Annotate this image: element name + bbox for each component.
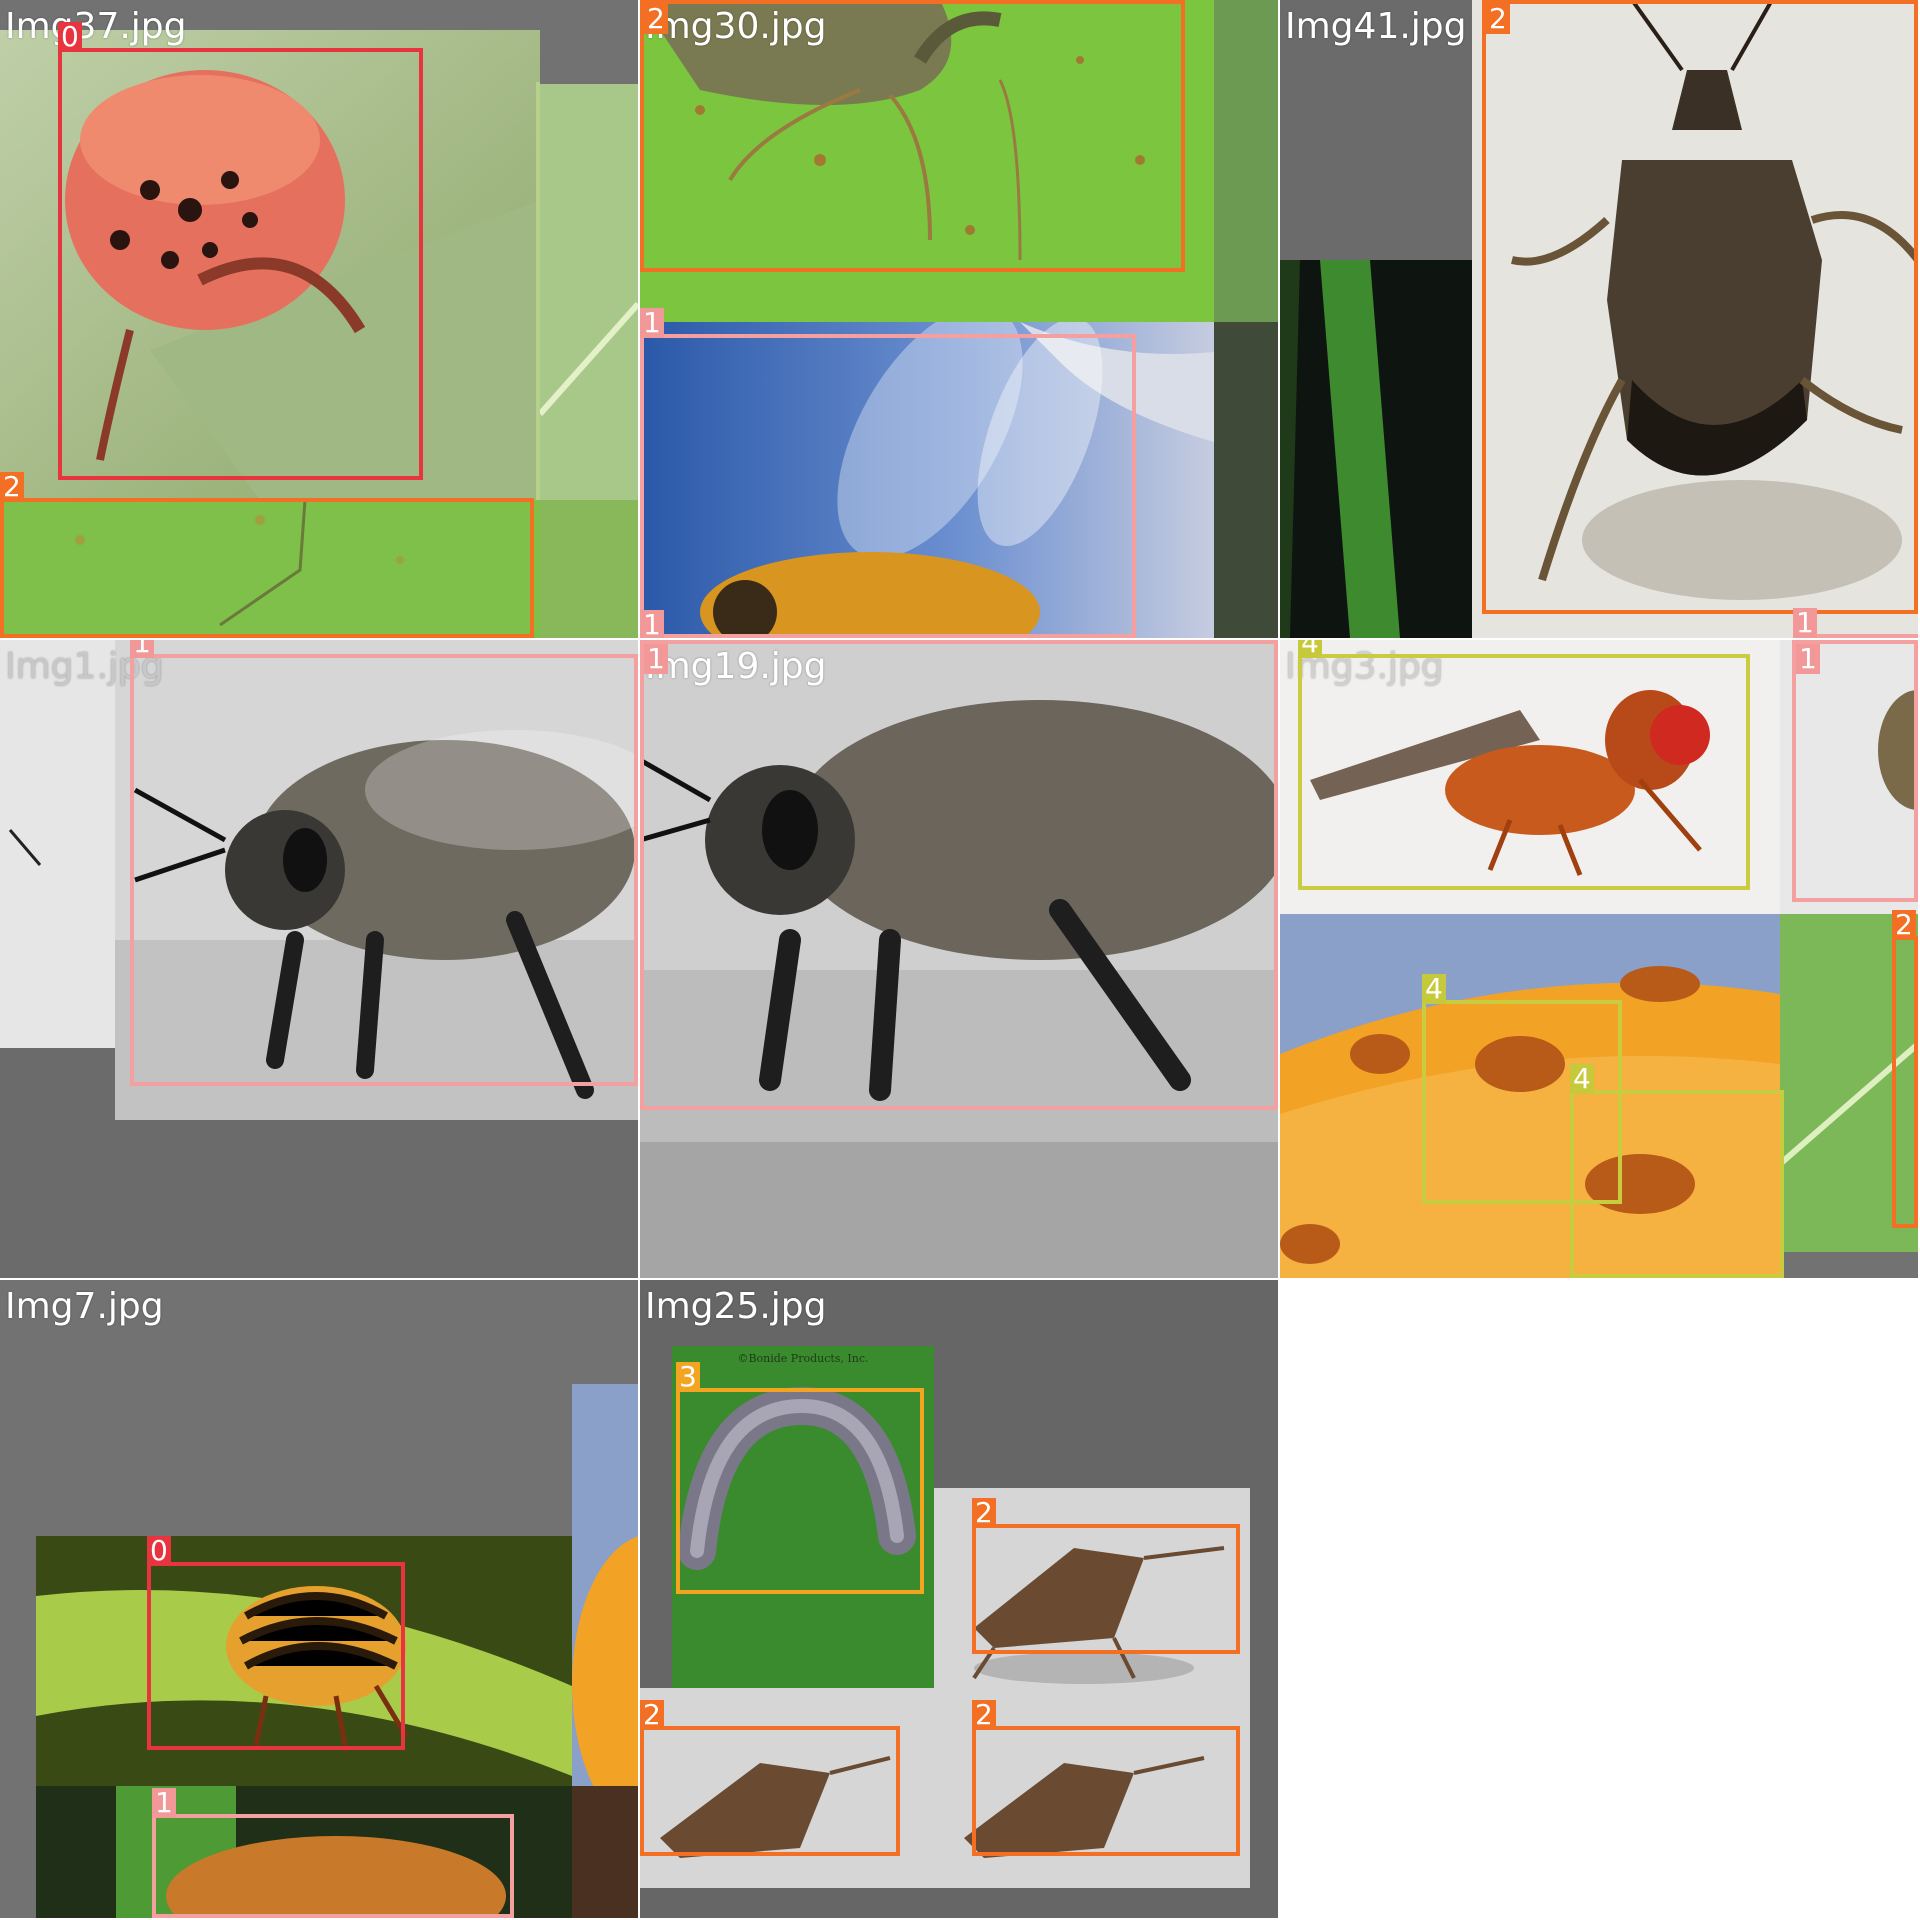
tile-img3[interactable]: Img3.jpg 4 1 4 4 2 <box>1280 640 1918 1278</box>
bbox-label: 1 <box>640 610 664 638</box>
bbox-label: 1 <box>1793 608 1817 638</box>
tile-img7[interactable]: Img7.jpg 0 1 <box>0 1280 638 1918</box>
tile-img25[interactable]: ©Bonide Products, Inc. Img25.jpg 3 2 2 2 <box>640 1280 1278 1918</box>
bbox-label: 3 <box>676 1362 700 1392</box>
bbox-label: 1 <box>152 1788 176 1818</box>
bbox-class-2[interactable]: 2 <box>640 1700 900 1856</box>
bbox-label: 2 <box>644 4 668 34</box>
bbox-label: 2 <box>640 1700 664 1730</box>
photo-bark-edge <box>1214 322 1278 638</box>
grid-divider <box>0 1278 1280 1280</box>
tile-filename: Img41.jpg <box>1285 6 1467 47</box>
bbox-class-1[interactable]: 1 <box>152 1788 514 1918</box>
photo-leaf-edge <box>1214 0 1278 322</box>
bbox-label: 4 <box>1570 1064 1594 1094</box>
bbox-label: 1 <box>640 308 664 338</box>
bbox-class-1[interactable]: 1 <box>640 308 1136 638</box>
bbox-class-2[interactable]: 2 <box>0 472 534 638</box>
bbox-class-2[interactable]: 2 <box>640 0 1185 272</box>
bbox-label: 2 <box>1892 910 1916 940</box>
tile-filename: Img7.jpg <box>5 1286 164 1327</box>
bbox-class-1[interactable]: 1 <box>1793 608 1918 638</box>
photo-light-panel <box>0 640 115 1048</box>
tile-img1[interactable]: Img1.jpg 1 <box>0 640 638 1278</box>
photo-green-stem <box>1280 260 1472 638</box>
bbox-label: 0 <box>58 22 82 52</box>
bbox-label: 1 <box>644 644 668 674</box>
photo-leaf-strip <box>540 84 638 500</box>
bbox-label: 1 <box>1796 644 1820 674</box>
tile-filename: Img37.jpg <box>5 6 187 47</box>
tile-img41[interactable]: Img41.jpg 2 1 <box>1280 0 1918 638</box>
bbox-class-0[interactable]: 0 <box>58 22 423 480</box>
empty-cell <box>1280 1280 1920 1920</box>
tile-img30[interactable]: Img30.jpg 2 1 1 <box>640 0 1278 638</box>
bbox-class-0[interactable]: 0 <box>147 1536 405 1750</box>
bbox-class-4[interactable]: 4 <box>1570 1064 1784 1278</box>
bbox-label: 0 <box>147 1536 171 1566</box>
bbox-class-1[interactable]: 1 <box>130 640 638 1086</box>
bbox-label: 1 <box>130 640 154 658</box>
bbox-label: 2 <box>972 1700 996 1730</box>
bbox-label: 2 <box>972 1498 996 1528</box>
tile-img37[interactable]: Img37.jpg 0 2 <box>0 0 638 638</box>
tile-filename: Img25.jpg <box>645 1286 827 1327</box>
bbox-label: 4 <box>1298 640 1322 658</box>
bbox-class-2[interactable]: 2 <box>972 1498 1240 1654</box>
bbox-class-3[interactable]: 3 <box>676 1362 924 1594</box>
watermark-text: ©Bonide Products, Inc. <box>737 1352 868 1365</box>
bbox-class-2[interactable]: 2 <box>972 1700 1240 1856</box>
tile-img19[interactable]: Img19.jpg 1 <box>640 640 1278 1278</box>
bbox-class-1[interactable]: 1 <box>640 640 1278 1110</box>
bbox-class-1[interactable]: 1 <box>1792 640 1918 902</box>
bbox-label: 2 <box>0 472 24 502</box>
bbox-class-2[interactable]: 2 <box>1482 0 1918 614</box>
bbox-label: 2 <box>1486 4 1510 34</box>
bbox-label: 4 <box>1422 974 1446 1004</box>
bbox-class-2[interactable]: 2 <box>1892 910 1918 1228</box>
bbox-class-4[interactable]: 4 <box>1298 640 1750 890</box>
photo-blue-orange-strip <box>572 1384 638 1786</box>
bbox-class-1[interactable]: 1 <box>640 610 664 638</box>
grid-divider <box>1278 0 1280 1280</box>
photo-dark-edge <box>572 1786 638 1918</box>
